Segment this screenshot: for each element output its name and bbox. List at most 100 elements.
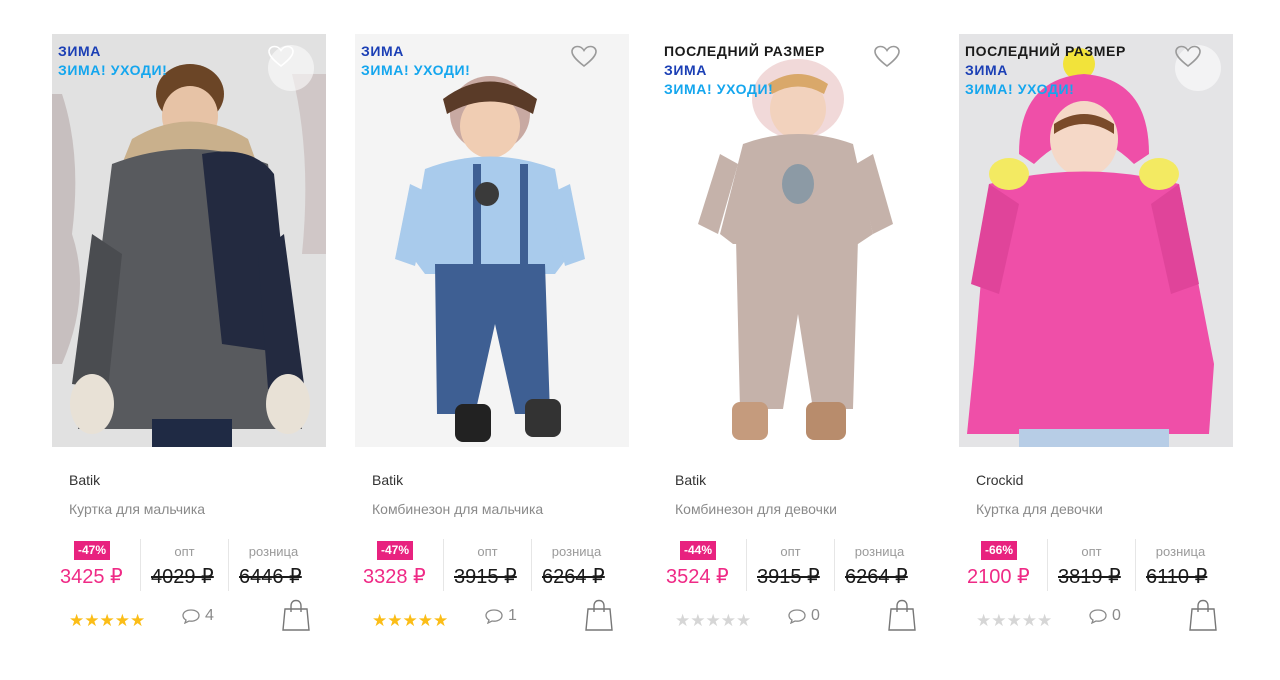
add-to-cart-button[interactable] xyxy=(1189,599,1217,631)
price-opt-label: опт xyxy=(1081,544,1102,559)
rating-stars[interactable]: ★★★★★ xyxy=(675,612,751,630)
price-retail-label: розница xyxy=(854,544,905,559)
comment-icon xyxy=(1089,609,1107,624)
discount-badge: -66% xyxy=(981,541,1018,560)
comment-icon xyxy=(182,609,200,624)
comments-link[interactable]: 0 xyxy=(787,607,820,625)
price-retail-col: розница 6110 ₽ xyxy=(1135,539,1225,591)
discount-badge: -44% xyxy=(680,541,717,560)
price-opt-col: опт 3915 ₽ xyxy=(443,539,531,591)
price-retail-label: розница xyxy=(248,544,299,559)
badge-season: ЗИМА xyxy=(664,62,708,78)
product-card[interactable]: ПОСЛЕДНИЙ РАЗМЕР ЗИМА ЗИМА! УХОДИ! Crock… xyxy=(959,34,1233,644)
product-brand[interactable]: Batik xyxy=(675,472,706,488)
shopping-bag-icon xyxy=(282,599,310,631)
comments-link[interactable]: 1 xyxy=(484,607,517,625)
badge-list: ЗИМА ЗИМА! УХОДИ! xyxy=(58,42,167,80)
rating-stars[interactable]: ★★★★★ xyxy=(372,612,448,630)
price-current: 2100 ₽ xyxy=(967,566,1030,588)
price-retail-label: розница xyxy=(551,544,602,559)
price-block: -47% 3328 ₽ опт 3915 ₽ розница 6264 ₽ xyxy=(363,539,621,591)
price-block: -44% 3524 ₽ опт 3915 ₽ розница 6264 ₽ xyxy=(666,539,924,591)
add-to-cart-button[interactable] xyxy=(282,599,310,631)
price-opt: 3819 ₽ xyxy=(1058,566,1121,588)
comments-count: 1 xyxy=(508,607,517,624)
product-photo[interactable]: ПОСЛЕДНИЙ РАЗМЕР ЗИМА ЗИМА! УХОДИ! xyxy=(959,34,1233,447)
shopping-bag-icon xyxy=(888,599,916,631)
product-image xyxy=(52,34,326,447)
price-retail: 6264 ₽ xyxy=(542,566,605,588)
product-name[interactable]: Комбинезон для мальчика xyxy=(372,501,543,517)
comments-count: 0 xyxy=(811,607,820,624)
heart-icon xyxy=(571,45,597,68)
add-to-cart-button[interactable] xyxy=(888,599,916,631)
price-current: 3524 ₽ xyxy=(666,566,729,588)
price-current: 3328 ₽ xyxy=(363,566,426,588)
price-retail-col: розница 6264 ₽ xyxy=(531,539,621,591)
badge-promo: ЗИМА! УХОДИ! xyxy=(965,81,1075,97)
price-retail-label: розница xyxy=(1155,544,1206,559)
shopping-bag-icon xyxy=(1189,599,1217,631)
favorite-button[interactable] xyxy=(1175,45,1221,91)
discount-badge: -47% xyxy=(377,541,414,560)
badge-promo: ЗИМА! УХОДИ! xyxy=(664,81,774,97)
price-current-col: -47% 3425 ₽ xyxy=(60,539,140,591)
add-to-cart-button[interactable] xyxy=(585,599,613,631)
price-block: -66% 2100 ₽ опт 3819 ₽ розница 6110 ₽ xyxy=(967,539,1225,591)
product-brand[interactable]: Crockid xyxy=(976,472,1023,488)
price-opt: 3915 ₽ xyxy=(454,566,517,588)
badge-list: ПОСЛЕДНИЙ РАЗМЕР ЗИМА ЗИМА! УХОДИ! xyxy=(965,42,1126,99)
comments-link[interactable]: 4 xyxy=(181,607,214,625)
favorite-button[interactable] xyxy=(268,45,314,91)
product-brand[interactable]: Batik xyxy=(372,472,403,488)
price-current-col: -47% 3328 ₽ xyxy=(363,539,443,591)
badge-last-size: ПОСЛЕДНИЙ РАЗМЕР xyxy=(965,43,1126,59)
heart-icon xyxy=(268,45,294,68)
product-photo[interactable]: ЗИМА ЗИМА! УХОДИ! xyxy=(355,34,629,447)
product-name[interactable]: Куртка для мальчика xyxy=(69,501,205,517)
product-name[interactable]: Комбинезон для девочки xyxy=(675,501,837,517)
badge-season: ЗИМА xyxy=(58,43,102,59)
price-current: 3425 ₽ xyxy=(60,566,123,588)
comments-count: 0 xyxy=(1112,607,1121,624)
product-card[interactable]: ЗИМА ЗИМА! УХОДИ! Batik Комбинезон для м… xyxy=(355,34,629,644)
badge-list: ЗИМА ЗИМА! УХОДИ! xyxy=(361,42,470,80)
price-opt-col: опт 3819 ₽ xyxy=(1047,539,1135,591)
product-photo[interactable]: ЗИМА ЗИМА! УХОДИ! xyxy=(52,34,326,447)
heart-icon xyxy=(874,45,900,68)
comment-icon xyxy=(788,609,806,624)
badge-last-size: ПОСЛЕДНИЙ РАЗМЕР xyxy=(664,43,825,59)
price-opt-col: опт 4029 ₽ xyxy=(140,539,228,591)
badge-promo: ЗИМА! УХОДИ! xyxy=(361,62,471,78)
favorite-button[interactable] xyxy=(571,45,617,91)
badge-promo: ЗИМА! УХОДИ! xyxy=(58,62,168,78)
product-grid: ЗИМА ЗИМА! УХОДИ! Batik Куртка для мальч… xyxy=(52,34,1236,654)
comments-count: 4 xyxy=(205,607,214,624)
product-brand[interactable]: Batik xyxy=(69,472,100,488)
price-retail: 6110 ₽ xyxy=(1146,566,1208,588)
discount-badge: -47% xyxy=(74,541,111,560)
price-retail: 6446 ₽ xyxy=(239,566,302,588)
product-card[interactable]: ПОСЛЕДНИЙ РАЗМЕР ЗИМА ЗИМА! УХОДИ! Batik… xyxy=(658,34,932,644)
product-image xyxy=(355,34,629,447)
price-opt: 4029 ₽ xyxy=(151,566,214,588)
price-retail-col: розница 6446 ₽ xyxy=(228,539,318,591)
badge-season: ЗИМА xyxy=(361,43,405,59)
rating-stars[interactable]: ★★★★★ xyxy=(69,612,145,630)
rating-stars[interactable]: ★★★★★ xyxy=(976,612,1052,630)
price-retail: 6264 ₽ xyxy=(845,566,908,588)
price-current-col: -66% 2100 ₽ xyxy=(967,539,1047,591)
price-block: -47% 3425 ₽ опт 4029 ₽ розница 6446 ₽ xyxy=(60,539,318,591)
comments-link[interactable]: 0 xyxy=(1088,607,1121,625)
price-current-col: -44% 3524 ₽ xyxy=(666,539,746,591)
product-name[interactable]: Куртка для девочки xyxy=(976,501,1103,517)
product-card[interactable]: ЗИМА ЗИМА! УХОДИ! Batik Куртка для мальч… xyxy=(52,34,326,644)
shopping-bag-icon xyxy=(585,599,613,631)
price-opt-label: опт xyxy=(780,544,801,559)
favorite-button[interactable] xyxy=(874,45,920,91)
comment-icon xyxy=(485,609,503,624)
price-opt-label: опт xyxy=(174,544,195,559)
product-photo[interactable]: ПОСЛЕДНИЙ РАЗМЕР ЗИМА ЗИМА! УХОДИ! xyxy=(658,34,932,447)
badge-season: ЗИМА xyxy=(965,62,1009,78)
price-opt: 3915 ₽ xyxy=(757,566,820,588)
